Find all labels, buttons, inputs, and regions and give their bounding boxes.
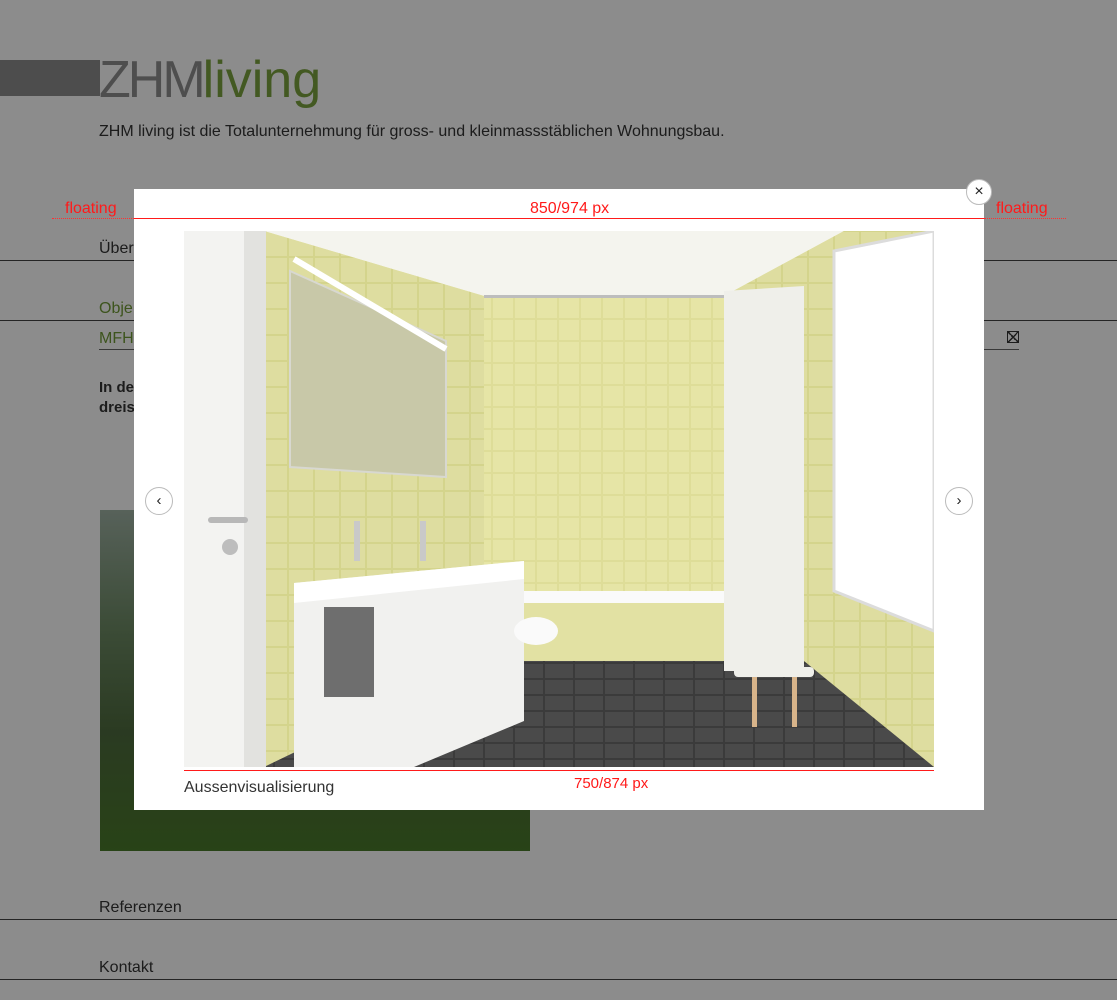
outer-width-line — [134, 218, 984, 219]
floating-margin-left — [52, 218, 134, 219]
image-caption: Aussenvisualisierung — [184, 779, 335, 796]
lightbox: Aussenvisualisierung — [134, 189, 984, 810]
inner-width-line — [184, 770, 934, 771]
floating-margin-right — [984, 218, 1066, 219]
floating-label-left: floating — [65, 200, 117, 217]
close-icon[interactable]: × — [966, 179, 992, 205]
inner-width-label: 750/874 px — [574, 775, 649, 792]
floating-label-right: floating — [996, 200, 1048, 217]
bathroom-illustration — [184, 231, 934, 767]
lightbox-image — [184, 231, 934, 767]
outer-width-label: 850/974 px — [530, 200, 610, 217]
chevron-right-icon[interactable]: › — [945, 487, 973, 515]
chevron-left-icon[interactable]: ‹ — [145, 487, 173, 515]
